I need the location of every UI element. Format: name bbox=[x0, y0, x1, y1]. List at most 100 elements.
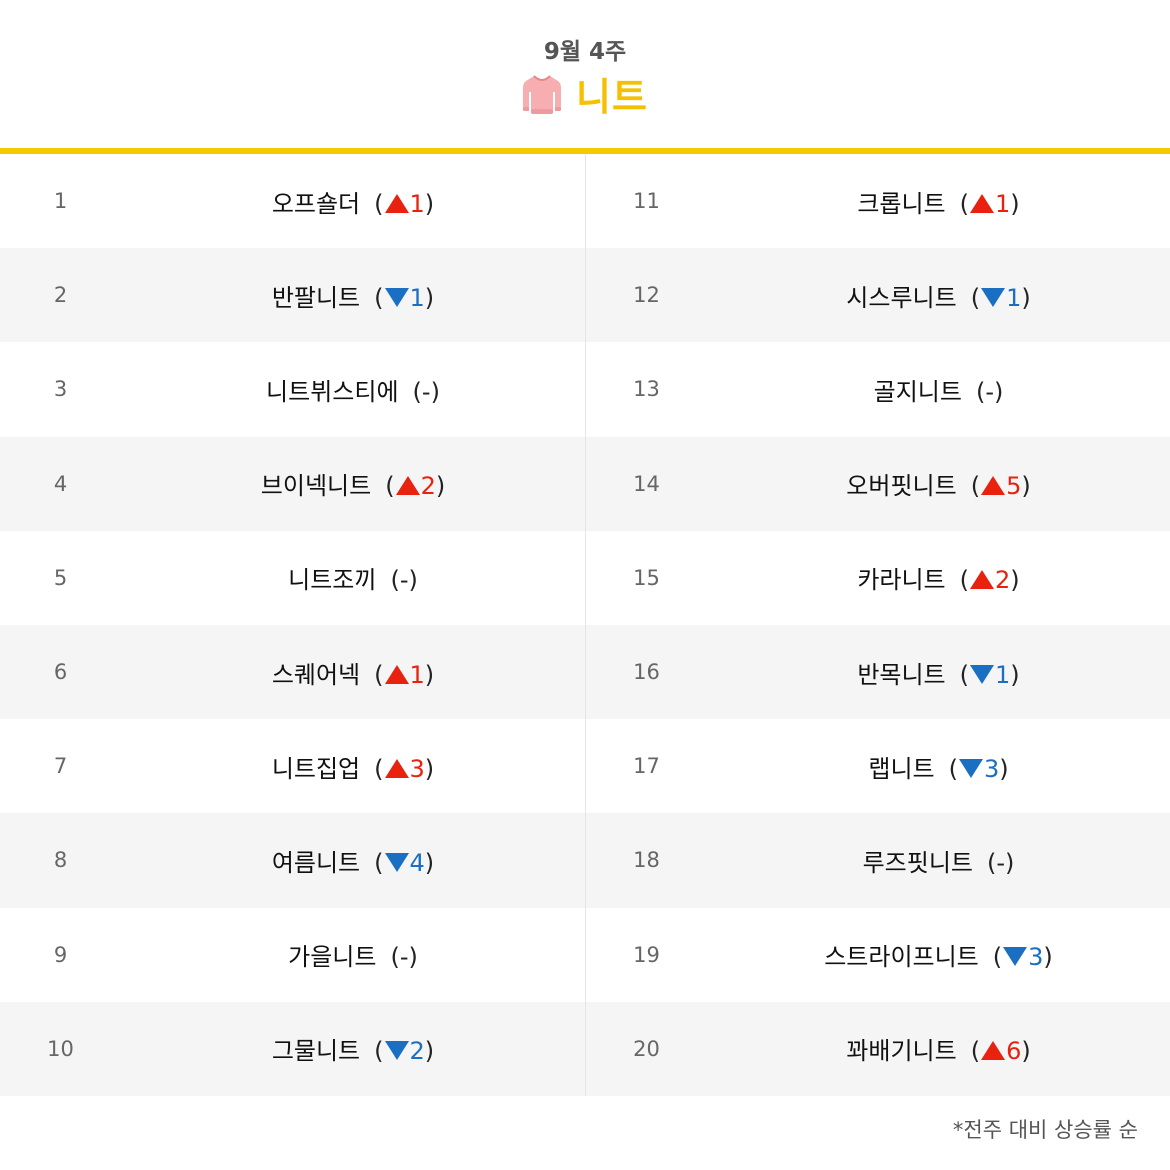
rank-number: 8 bbox=[53, 848, 68, 873]
keyword-name: 브이넥니트 bbox=[260, 472, 372, 501]
rank-number: 17 bbox=[633, 754, 660, 779]
paren-open: ( bbox=[970, 1037, 981, 1066]
paren-close: ) bbox=[1021, 472, 1031, 501]
keyword-name: 카라니트 bbox=[857, 566, 946, 595]
ranking-row: 3 니트뷔스티에 (-) bbox=[0, 342, 585, 436]
rank-change: (2) bbox=[385, 472, 445, 500]
rank-number: 14 bbox=[633, 471, 660, 496]
arrow-up-icon bbox=[970, 570, 995, 590]
paren-close: ) bbox=[435, 472, 446, 501]
rank-change: (4) bbox=[374, 849, 434, 877]
change-value: - bbox=[421, 377, 431, 406]
ranking-row: 6 스퀘어넥 (1) bbox=[0, 624, 585, 720]
rank-number: 18 bbox=[633, 848, 660, 873]
rank-change: (3) bbox=[374, 755, 434, 783]
arrow-up-icon bbox=[970, 193, 995, 213]
keyword-name: 골지니트 bbox=[873, 377, 962, 406]
paren-open: ( bbox=[390, 943, 400, 972]
ranking-row: 20 꽈배기니트 (6) bbox=[586, 1001, 1170, 1096]
rank-number: 10 bbox=[47, 1036, 74, 1061]
paren-close: ) bbox=[424, 1037, 435, 1066]
arrow-up-icon bbox=[981, 476, 1006, 496]
rank-number: 19 bbox=[633, 942, 660, 967]
ranking-item: 그물니트 (2) bbox=[121, 1031, 585, 1066]
category-title: 니트 bbox=[576, 75, 648, 119]
paren-close: ) bbox=[999, 754, 1009, 783]
keyword-name: 루즈핏니트 bbox=[862, 848, 973, 877]
rank-number: 2 bbox=[53, 283, 68, 308]
keyword-name: 반팔니트 bbox=[271, 283, 361, 312]
arrow-up-icon bbox=[395, 476, 420, 496]
change-value: - bbox=[996, 848, 1006, 877]
rank-change: (2) bbox=[374, 1037, 434, 1065]
change-value: 1 bbox=[409, 283, 425, 312]
rank-number: 20 bbox=[633, 1036, 660, 1061]
paren-close: ) bbox=[994, 377, 1004, 406]
paren-open: ( bbox=[975, 377, 986, 406]
ranking-row: 19 스트라이프니트 (3) bbox=[586, 908, 1170, 1002]
change-value: 2 bbox=[995, 566, 1011, 595]
rank-change: (1) bbox=[374, 284, 434, 312]
ranking-row: 2 반팔니트 (1) bbox=[0, 248, 585, 343]
arrow-up-icon bbox=[384, 193, 409, 213]
paren-close: ) bbox=[424, 660, 435, 689]
change-value: - bbox=[399, 566, 409, 595]
ranking-item: 반목니트 (1) bbox=[707, 655, 1170, 690]
ranking-item: 스퀘어넥 (1) bbox=[121, 655, 585, 690]
rank-number: 3 bbox=[53, 377, 68, 402]
rank-change: (3) bbox=[949, 755, 1009, 783]
ranking-column-left: 1 오프숄더(1) 2 반팔니트 (1) 3 니트뷔스티에 (-) 4 브이넥니트 (2) 5 니트조끼… bbox=[0, 154, 585, 1096]
paren-open: ( bbox=[374, 848, 384, 877]
paren-open: ( bbox=[374, 754, 384, 783]
arrow-down-icon bbox=[970, 664, 995, 684]
ranking-item: 랩니트 (3) bbox=[707, 749, 1170, 784]
keyword-name: 여름니트 bbox=[271, 848, 361, 877]
arrow-down-icon bbox=[384, 852, 409, 872]
ranking-item: 골지니트 (-) bbox=[707, 372, 1170, 407]
keyword-name: 크롭니트 bbox=[857, 189, 946, 218]
paren-close: ) bbox=[1043, 943, 1053, 972]
keyword-name: 니트집업 bbox=[271, 754, 361, 783]
arrow-down-icon bbox=[384, 1041, 409, 1061]
change-value: 1 bbox=[1006, 283, 1022, 312]
paren-open: ( bbox=[390, 566, 400, 595]
keyword-name: 가을니트 bbox=[288, 943, 377, 972]
paren-close: ) bbox=[1010, 189, 1020, 218]
keyword-name: 꽈배기니트 bbox=[846, 1037, 957, 1066]
rank-number: 6 bbox=[53, 660, 68, 685]
change-value: 4 bbox=[409, 848, 425, 877]
change-value: - bbox=[985, 377, 994, 406]
paren-open: ( bbox=[959, 566, 970, 595]
paren-close: ) bbox=[424, 283, 435, 312]
keyword-name: 그물니트 bbox=[271, 1037, 361, 1066]
arrow-down-icon bbox=[958, 758, 983, 778]
keyword-name: 스퀘어넥 bbox=[271, 660, 361, 689]
change-value: 6 bbox=[1006, 1037, 1022, 1066]
rank-change: (1) bbox=[971, 284, 1031, 312]
arrow-up-icon bbox=[981, 1041, 1006, 1061]
arrow-down-icon bbox=[1003, 947, 1028, 967]
rank-number: 5 bbox=[53, 565, 68, 590]
change-value: 1 bbox=[409, 660, 425, 689]
paren-close: ) bbox=[424, 754, 435, 783]
ranking-row: 15 카라니트 (2) bbox=[586, 531, 1170, 625]
paren-open: ( bbox=[970, 283, 981, 312]
change-value: 3 bbox=[1028, 943, 1044, 972]
paren-open: ( bbox=[374, 283, 384, 312]
ranking-item: 꽈배기니트 (6) bbox=[707, 1031, 1170, 1066]
rank-change: (-) bbox=[390, 566, 417, 594]
rank-change: (-) bbox=[390, 943, 417, 971]
change-value: 5 bbox=[1006, 472, 1022, 501]
ranking-item: 니트조끼 (-) bbox=[121, 560, 585, 595]
paren-close: ) bbox=[424, 189, 435, 218]
ranking-row: 7 니트집업 (3) bbox=[0, 719, 585, 813]
rank-number: 9 bbox=[53, 942, 68, 967]
ranking-item: 오프숄더 (1) bbox=[121, 184, 585, 219]
rank-change: (1) bbox=[374, 661, 434, 689]
ranking-item: 여름니트 (4) bbox=[121, 843, 585, 878]
paren-open: ( bbox=[992, 943, 1003, 972]
rank-number: 16 bbox=[633, 660, 660, 685]
paren-close: ) bbox=[1021, 1037, 1031, 1066]
change-value: - bbox=[399, 943, 409, 972]
ranking-row: 14 오버핏니트 (5) bbox=[586, 436, 1170, 531]
